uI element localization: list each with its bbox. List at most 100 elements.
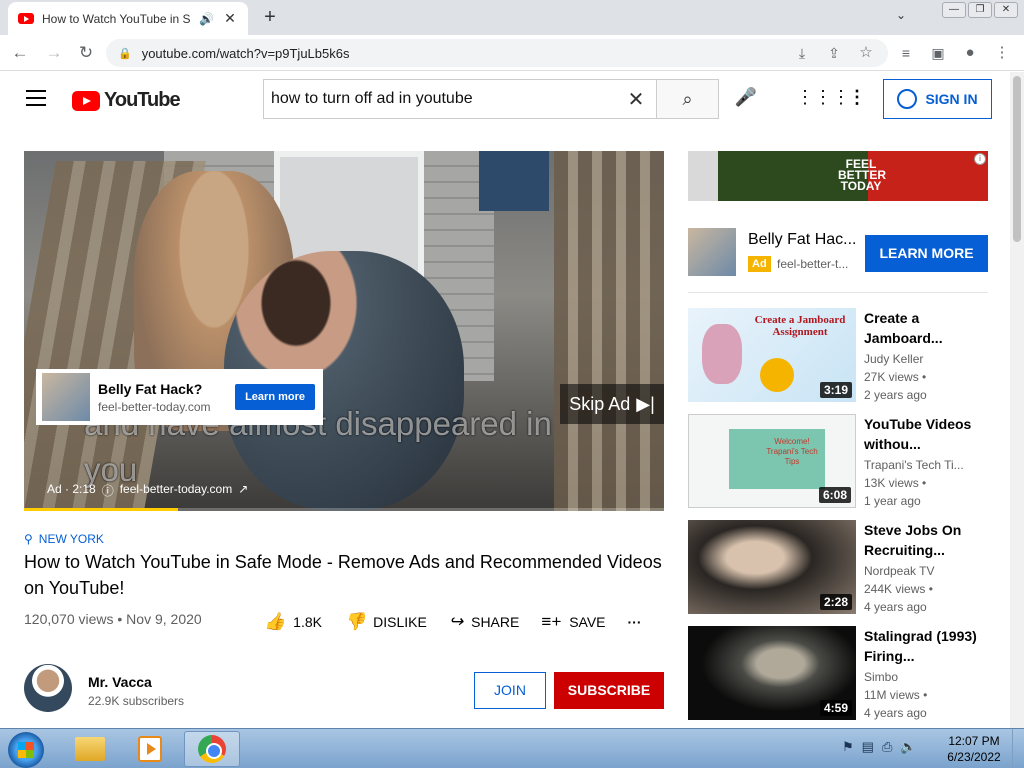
search-input[interactable]: how to turn off ad in youtube ✕ xyxy=(263,79,656,119)
video-frame-shutter xyxy=(479,151,549,211)
ad-info-icon[interactable]: i xyxy=(974,153,986,165)
thumbnail-decoration xyxy=(760,358,794,392)
action-center-flag-icon[interactable]: ⚑ xyxy=(842,739,854,755)
system-clock[interactable]: 12:07 PM 6/23/2022 xyxy=(940,733,1008,765)
thumbs-down-icon: 👎 xyxy=(343,612,366,631)
search-query: how to turn off ad in youtube xyxy=(271,90,473,107)
upload-age: 4 years ago xyxy=(864,600,927,614)
recommended-video[interactable]: 2:28 Steve Jobs On Recruiting... Nordpea… xyxy=(688,520,988,616)
join-button[interactable]: JOIN xyxy=(474,672,546,709)
info-icon[interactable]: ⓘ xyxy=(102,482,114,499)
sign-in-label: SIGN IN xyxy=(925,91,978,107)
start-button[interactable] xyxy=(8,732,44,768)
page-scrollbar[interactable] xyxy=(1010,72,1024,728)
video-thumbnail[interactable]: 2:28 xyxy=(688,520,856,614)
printer-error-icon[interactable]: ⎙ xyxy=(882,739,892,755)
settings-more-icon[interactable]: ⋮ xyxy=(848,87,866,108)
ad-link[interactable]: feel-better-today.com xyxy=(120,482,233,499)
sidebar-banner-ad[interactable]: FEEL BETTER TODAY i xyxy=(688,151,988,201)
learn-more-sidebar-button[interactable]: LEARN MORE xyxy=(865,235,988,272)
apps-grid-icon[interactable]: ⋮⋮⋮ xyxy=(796,87,850,108)
channel-name[interactable]: Mr. Vacca xyxy=(88,674,152,690)
lock-icon[interactable]: 🔒 xyxy=(118,47,132,60)
dislike-label: DISLIKE xyxy=(373,614,427,630)
share-button[interactable]: ↪ SHARE xyxy=(449,612,519,632)
youtube-logo[interactable]: YouTube xyxy=(72,89,181,112)
youtube-play-logo-icon xyxy=(72,90,100,111)
close-tab-icon[interactable]: ✕ xyxy=(222,10,238,27)
skip-ad-button[interactable]: Skip Ad ▶| xyxy=(560,384,664,424)
location-tag[interactable]: ⚲ NEW YORK xyxy=(24,532,104,546)
channel-row: Mr. Vacca 22.9K subscribers JOIN SUBSCRI… xyxy=(24,664,664,716)
taskbar-chrome[interactable] xyxy=(184,731,240,767)
recommended-video[interactable]: Welcome! Trapani's Tech Tips 6:08 YouTub… xyxy=(688,414,988,510)
browser-menu-icon[interactable]: ⋮ xyxy=(990,41,1014,65)
video-title[interactable]: Steve Jobs On Recruiting... xyxy=(864,520,988,560)
share-icon[interactable]: ⇪ xyxy=(822,41,846,65)
ad-title: Belly Fat Hack? xyxy=(98,380,203,397)
video-title[interactable]: YouTube Videos withou... xyxy=(864,414,988,454)
video-thumbnail[interactable]: Welcome! Trapani's Tech Tips 6:08 xyxy=(688,414,856,508)
reload-icon[interactable]: ↻ xyxy=(74,41,98,65)
channel-name[interactable]: Simbo xyxy=(864,670,988,684)
side-panel-icon[interactable]: ▣ xyxy=(926,41,950,65)
restore-icon[interactable]: ❐ xyxy=(968,2,992,18)
ad-progress-bar[interactable] xyxy=(24,508,664,511)
new-tab-button[interactable]: + xyxy=(258,6,282,29)
microphone-icon[interactable]: 🎤 xyxy=(733,87,759,113)
close-window-icon[interactable]: ✕ xyxy=(994,2,1018,18)
hamburger-menu-icon[interactable] xyxy=(26,90,46,106)
save-button[interactable]: ≡+ SAVE xyxy=(541,612,605,632)
like-button[interactable]: 👍 1.8K xyxy=(264,612,322,632)
tab-search-chevron-icon[interactable]: ⌄ xyxy=(896,8,906,22)
network-icon[interactable]: ▤ xyxy=(862,739,874,755)
ad-url: feel-better-today.com xyxy=(98,399,211,414)
video-title[interactable]: Create a Jamboard... xyxy=(864,308,988,348)
learn-more-button[interactable]: Learn more xyxy=(235,384,315,410)
more-actions-icon[interactable]: ··· xyxy=(628,614,642,630)
video-thumbnail[interactable]: 4:59 xyxy=(688,626,856,720)
video-player[interactable]: and have almost disappeared in you Belly… xyxy=(24,151,664,511)
browser-tab[interactable]: How to Watch YouTube in Safe Mode - Remo… xyxy=(8,2,248,35)
recommended-video[interactable]: Create a Jamboard Assignment 3:19 Create… xyxy=(688,308,988,404)
channel-name[interactable]: Trapani's Tech Ti... xyxy=(864,458,988,472)
channel-avatar[interactable] xyxy=(24,664,72,712)
external-link-icon[interactable]: ↗ xyxy=(238,482,248,499)
show-desktop-button[interactable] xyxy=(1012,729,1024,768)
dislike-button[interactable]: 👎 DISLIKE xyxy=(344,612,427,632)
save-label: SAVE xyxy=(569,614,606,630)
volume-icon[interactable]: 🔈 xyxy=(900,739,916,755)
account-icon xyxy=(897,89,918,109)
recommended-video[interactable]: 4:59 Stalingrad (1993) Firing... Simbo 1… xyxy=(688,626,988,722)
taskbar-media-player[interactable] xyxy=(122,731,178,767)
clear-search-icon[interactable]: ✕ xyxy=(616,87,656,112)
media-queue-icon[interactable]: ≡ xyxy=(894,41,918,65)
bookmark-star-icon[interactable]: ☆ xyxy=(854,41,878,65)
window-controls: — ❐ ✕ xyxy=(942,2,1018,18)
channel-name[interactable]: Judy Keller xyxy=(864,352,988,366)
subscribe-button[interactable]: SUBSCRIBE xyxy=(554,672,664,709)
address-bar[interactable]: 🔒 youtube.com/watch?v=p9TjuLb5k6s xyxy=(106,39,888,67)
overlay-ad-card[interactable]: Belly Fat Hack? feel-better-today.com Le… xyxy=(36,369,323,425)
scrollbar-thumb[interactable] xyxy=(1013,76,1021,242)
back-arrow-icon[interactable]: ← xyxy=(8,41,32,65)
search-button[interactable]: ⌕ xyxy=(656,79,719,119)
taskbar-explorer[interactable] xyxy=(62,731,118,767)
profile-icon[interactable]: ● xyxy=(958,41,982,65)
sign-in-button[interactable]: SIGN IN xyxy=(883,79,992,119)
video-thumbnail[interactable]: Create a Jamboard Assignment 3:19 xyxy=(688,308,856,402)
location-pin-icon: ⚲ xyxy=(24,532,33,546)
forward-arrow-icon[interactable]: → xyxy=(42,41,66,65)
minimize-icon[interactable]: — xyxy=(942,2,966,18)
thumbs-up-icon: 👍 xyxy=(264,612,286,631)
channel-name[interactable]: Nordpeak TV xyxy=(864,564,988,578)
windows-taskbar: ⚑ ▤ ⎙ 🔈 12:07 PM 6/23/2022 xyxy=(0,728,1024,768)
install-icon[interactable]: ⤓ xyxy=(790,41,814,65)
sidebar-ad[interactable]: Belly Fat Hac... Ad feel-better-t... LEA… xyxy=(688,226,988,286)
progress-fill xyxy=(24,508,178,511)
search-icon: ⌕ xyxy=(682,89,693,109)
speaker-icon[interactable]: 🔊 xyxy=(199,12,214,26)
skip-next-icon: ▶| xyxy=(636,393,655,414)
video-title[interactable]: Stalingrad (1993) Firing... xyxy=(864,626,988,666)
view-count: 244K views • xyxy=(864,582,933,596)
